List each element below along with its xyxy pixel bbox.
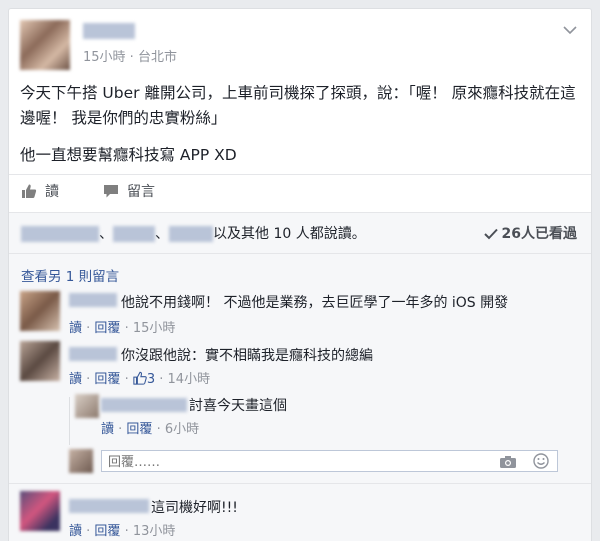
seen-label: 26人已看過 <box>501 226 577 242</box>
likes-summary: 、 、 以及其他 10 人都說讀。 <box>21 223 366 243</box>
commenter-name[interactable] <box>69 293 117 307</box>
like-label: 讀 <box>45 184 59 200</box>
commenter-avatar[interactable] <box>20 341 60 381</box>
liker-name[interactable] <box>169 226 213 242</box>
divider <box>9 174 591 175</box>
reply-input-box[interactable] <box>101 450 558 472</box>
comment-like-link[interactable]: 讀 <box>69 321 82 336</box>
comment-like-link[interactable]: 讀 <box>69 524 82 539</box>
comment-label: 留言 <box>127 184 155 200</box>
comment-time[interactable]: 13小時 <box>133 524 176 539</box>
divider <box>9 212 591 213</box>
my-avatar <box>69 449 93 473</box>
post-card: 15小時 · 台北市 今天下午搭 Uber 離開公司，上車前司機探了探頭，說：「… <box>8 8 592 541</box>
camera-icon[interactable] <box>499 454 517 473</box>
post-body: 今天下午搭 Uber 離開公司，上車前司機探了探頭，說：「喔！ 原來癮科技就在這… <box>20 81 580 180</box>
comment-reply-link[interactable]: 回覆 <box>126 422 152 437</box>
post-paragraph: 他一直想要幫癮科技寫 APP XD <box>20 146 237 164</box>
comment-meta: 讀 · 回覆 · 3 · 14小時 <box>69 371 211 387</box>
view-more-comments-link[interactable]: 查看另 1 則留言 <box>21 265 119 285</box>
commenter-name[interactable] <box>101 398 187 412</box>
seen-count[interactable]: 26人已看過 <box>483 223 577 243</box>
comment-like-link[interactable]: 讀 <box>101 422 114 437</box>
comment-reply-link[interactable]: 回覆 <box>94 524 120 539</box>
comment-meta: 讀 · 回覆 · 6小時 <box>101 422 200 437</box>
liker-name[interactable] <box>21 226 99 242</box>
comment-text: 討喜今天畫這個 <box>189 398 287 414</box>
comment-time[interactable]: 15小時 <box>133 321 176 336</box>
comment-likes-count[interactable]: 3 <box>133 371 155 387</box>
checkmark-icon <box>483 228 498 240</box>
post-paragraph: 今天下午搭 Uber 離開公司，上車前司機探了探頭，說：「喔！ 原來癮科技就在這… <box>20 84 576 127</box>
comment-meta: 讀 · 回覆 · 15小時 <box>69 321 176 336</box>
comment-button[interactable]: 留言 <box>103 181 155 201</box>
separator: 、 <box>99 226 113 242</box>
comment-time[interactable]: 6小時 <box>165 422 199 437</box>
comment-text: 你沒跟他說：實不相瞞我是癮科技的總編 <box>121 348 373 364</box>
comment-like-link[interactable]: 讀 <box>69 372 82 387</box>
comment-reply-link[interactable]: 回覆 <box>94 321 120 336</box>
commenter-avatar[interactable] <box>20 491 60 531</box>
thumbs-up-icon <box>22 184 37 198</box>
separator: 、 <box>155 226 169 242</box>
speech-bubble-icon <box>104 185 118 198</box>
like-button[interactable]: 讀 <box>21 181 59 201</box>
comment-reply-link[interactable]: 回覆 <box>94 372 120 387</box>
author-name[interactable] <box>83 23 135 39</box>
reply-input[interactable] <box>102 453 474 472</box>
comment-text: 他說不用錢啊！ 不過他是業務，去巨匠學了一年多的 iOS 開發 <box>121 295 509 311</box>
reply-thread-line <box>69 397 70 445</box>
post-time-location[interactable]: 15小時 · 台北市 <box>83 46 177 65</box>
commenter-avatar[interactable] <box>75 394 99 418</box>
liker-name[interactable] <box>113 226 155 242</box>
comment-text: 這司機好啊!!! <box>151 500 238 516</box>
commenter-name[interactable] <box>69 499 149 513</box>
author-avatar[interactable] <box>20 20 70 70</box>
commenter-name[interactable] <box>69 347 117 361</box>
smiley-icon[interactable] <box>533 453 549 473</box>
divider <box>9 253 591 254</box>
commenter-avatar[interactable] <box>20 291 60 331</box>
comment-meta: 讀 · 回覆 · 13小時 <box>69 524 176 539</box>
thumbs-up-icon <box>133 371 147 385</box>
divider <box>9 483 591 484</box>
comment-time[interactable]: 14小時 <box>168 372 211 387</box>
chevron-down-icon[interactable] <box>563 23 577 39</box>
likes-others-text[interactable]: 以及其他 10 人都說讀。 <box>213 226 366 242</box>
